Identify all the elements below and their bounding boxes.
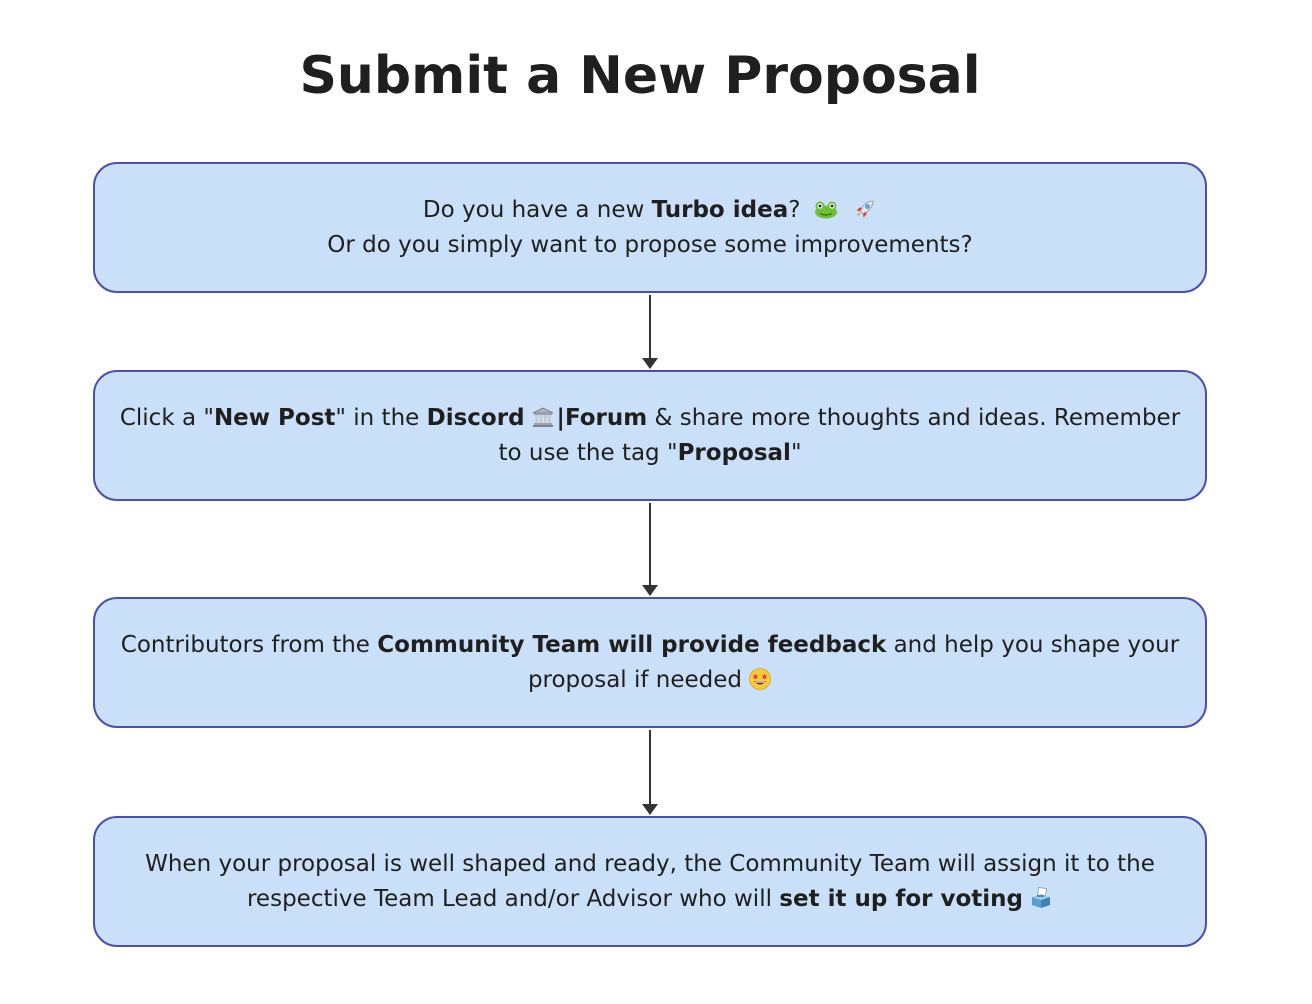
arrow-1-to-2 bbox=[642, 295, 658, 369]
arrow-3-to-4 bbox=[642, 730, 658, 815]
flow-connectors bbox=[642, 295, 658, 815]
arrow-2-to-3 bbox=[642, 503, 658, 596]
